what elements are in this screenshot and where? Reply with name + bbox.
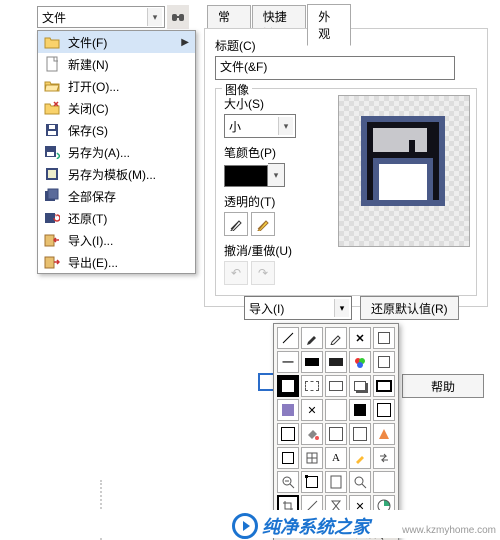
template-icon <box>44 166 60 182</box>
watermark-footer: 纯净系统之家 www.kzmyhome.com <box>0 510 500 538</box>
swap-icon[interactable] <box>373 447 395 469</box>
fill-icon[interactable] <box>301 423 323 445</box>
image-fieldset: 图像 大小(S) 小 ▾ 笔颜色(P) ▾ 透明的(T) 撤消/重做(U) ↶ … <box>215 88 477 296</box>
chevron-down-icon: ▾ <box>334 299 349 317</box>
triangle-color-icon[interactable] <box>373 423 395 445</box>
blank-icon[interactable] <box>373 471 395 493</box>
play-logo-icon <box>232 513 258 539</box>
restore-defaults-button[interactable]: 还原默认值(R) <box>360 296 459 320</box>
square-outline-icon[interactable] <box>373 399 395 421</box>
pencil-icon[interactable] <box>349 447 371 469</box>
icon-preview[interactable] <box>338 95 470 247</box>
rect-dark-icon[interactable] <box>325 351 347 373</box>
revert-icon <box>44 210 60 226</box>
size-select[interactable]: 小 ▾ <box>224 114 296 138</box>
import-icon <box>44 232 60 248</box>
folder-icon <box>44 34 60 50</box>
icon-palette-flyout: ✕—✕A✕ 文件(▾ <box>273 323 399 540</box>
redo-button[interactable]: ↷ <box>251 261 275 285</box>
line-icon[interactable] <box>277 327 299 349</box>
transparency-pick-a[interactable] <box>224 212 248 236</box>
menu-item-saveall[interactable]: 全部保存 <box>38 185 195 207</box>
menu-item-import[interactable]: 导入(I)... <box>38 229 195 251</box>
square-outline-icon[interactable] <box>277 423 299 445</box>
menu-item-file[interactable]: 文件(F) ▶ <box>38 31 195 53</box>
export-icon <box>44 254 60 270</box>
rgb-icon[interactable] <box>349 351 371 373</box>
chevron-down-icon: ▾ <box>268 163 285 187</box>
zoom-icon[interactable] <box>349 471 371 493</box>
rect-outline-icon[interactable] <box>373 375 395 397</box>
tab-appearance[interactable]: 外观 <box>307 4 351 46</box>
text-a-icon[interactable]: A <box>325 447 347 469</box>
pen-icon[interactable] <box>301 327 323 349</box>
menu-item-open[interactable]: 打开(O)... <box>38 75 195 97</box>
square-white-icon[interactable] <box>325 423 347 445</box>
square-white-icon[interactable] <box>373 351 395 373</box>
zoom-out-icon[interactable] <box>277 471 299 493</box>
import-combo[interactable]: 导入(I) ▾ <box>244 296 352 320</box>
close-doc-icon <box>44 100 60 116</box>
brand-text: 纯净系统之家 <box>262 513 370 539</box>
minus-icon[interactable]: — <box>277 351 299 373</box>
pen-outline-icon[interactable] <box>325 327 347 349</box>
square-black-icon[interactable] <box>349 399 371 421</box>
transparent-label: 透明的(T) <box>224 193 314 210</box>
rect-dashed-icon[interactable] <box>301 375 323 397</box>
pencolor-picker[interactable]: ▾ <box>224 163 314 187</box>
pencolor-label: 笔颜色(P) <box>224 144 314 161</box>
undo-label: 撤消/重做(U) <box>224 242 314 259</box>
file-dropdown-value: 文件 <box>42 9 66 26</box>
submenu-arrow-icon: ▶ <box>181 37 189 48</box>
undo-button[interactable]: ↶ <box>224 261 248 285</box>
command-menu: 文件(F) ▶ 新建(N) 打开(O)... 关闭(C) 保存(S) 另存为(A… <box>37 30 196 274</box>
brand-url: www.kzmyhome.com <box>402 525 496 536</box>
new-doc-icon <box>44 56 60 72</box>
chevron-down-icon: ▾ <box>278 117 293 135</box>
blank-icon[interactable] <box>325 399 347 421</box>
chevron-down-icon: ▾ <box>147 8 162 26</box>
square-handles-icon[interactable] <box>301 471 323 493</box>
square-white-icon[interactable] <box>349 423 371 445</box>
rect-white-bold-icon[interactable] <box>277 375 299 397</box>
menu-item-export[interactable]: 导出(E)... <box>38 251 195 273</box>
color-swatch <box>224 165 268 187</box>
binoculars-icon <box>171 10 185 24</box>
cross-icon[interactable]: ✕ <box>349 327 371 349</box>
image-legend: 图像 <box>222 81 252 98</box>
menu-item-savetemplate[interactable]: 另存为模板(M)... <box>38 163 195 185</box>
find-button[interactable] <box>167 5 189 29</box>
transparency-pick-b[interactable] <box>251 212 275 236</box>
menu-item-close[interactable]: 关闭(C) <box>38 97 195 119</box>
saveall-icon <box>44 188 60 204</box>
square-white-icon[interactable] <box>373 327 395 349</box>
menu-item-new[interactable]: 新建(N) <box>38 53 195 75</box>
saveas-icon <box>44 144 60 160</box>
square-purple-icon[interactable] <box>277 399 299 421</box>
file-dropdown[interactable]: 文件 ▾ <box>37 6 165 28</box>
rect-shadow-icon[interactable] <box>349 375 371 397</box>
x-thin-icon[interactable]: ✕ <box>301 399 323 421</box>
appearance-panel: 标题(C) 文件(&F) 图像 大小(S) 小 ▾ 笔颜色(P) ▾ 透明的(T… <box>204 28 488 307</box>
menu-item-saveas[interactable]: 另存为(A)... <box>38 141 195 163</box>
open-folder-icon <box>44 78 60 94</box>
save-icon <box>44 122 60 138</box>
help-button[interactable]: 帮助 <box>402 374 484 398</box>
menu-item-revert[interactable]: 还原(T) <box>38 207 195 229</box>
rect-black-icon[interactable] <box>301 351 323 373</box>
grid-icon[interactable] <box>301 447 323 469</box>
square-small-icon[interactable] <box>277 447 299 469</box>
menu-item-save[interactable]: 保存(S) <box>38 119 195 141</box>
rect-solid-icon[interactable] <box>325 375 347 397</box>
title-input[interactable]: 文件(&F) <box>215 56 455 80</box>
doc-icon[interactable] <box>325 471 347 493</box>
